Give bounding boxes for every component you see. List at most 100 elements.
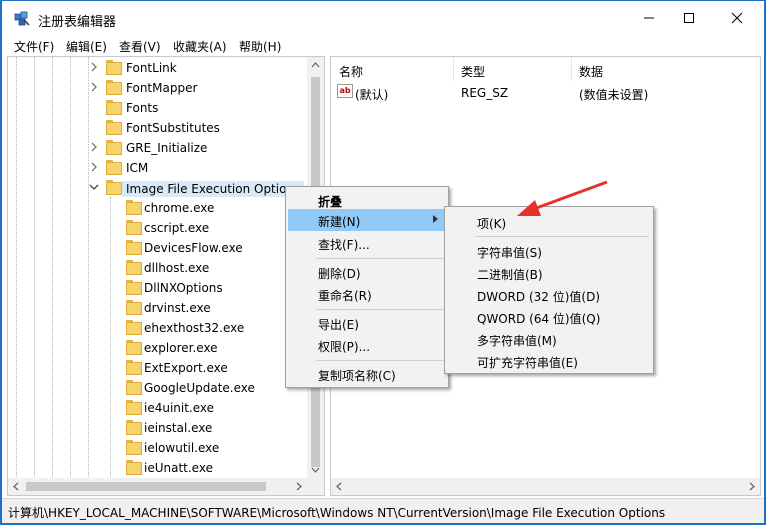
menu-item-label: 多字符串值(M) <box>477 334 557 348</box>
submenu-item-string-value[interactable]: 字符串值(S) <box>447 240 651 262</box>
menu-item-label: QWORD (64 位)值(Q) <box>477 312 601 326</box>
tree-item-label: dllhost.exe <box>144 261 210 275</box>
menu-item-delete[interactable]: 删除(D) <box>288 261 446 283</box>
tree-item-label: ehexthost32.exe <box>144 321 245 335</box>
submenu-item-qword-value[interactable]: QWORD (64 位)值(Q) <box>447 306 651 328</box>
status-bar: 计算机\HKEY_LOCAL_MACHINE\SOFTWARE\Microsof… <box>2 498 764 523</box>
menu-item-label: 折叠 <box>318 195 343 209</box>
tree-horizontal-scrollbar[interactable] <box>8 478 307 495</box>
value-type: REG_SZ <box>461 86 509 100</box>
folder-icon <box>106 160 122 175</box>
column-header-type[interactable]: 类型 <box>453 57 571 81</box>
tree-item-label: FontSubstitutes <box>126 121 220 135</box>
menu-item-label: 字符串值(S) <box>477 246 542 260</box>
values-horizontal-scrollbar[interactable] <box>331 478 760 495</box>
registry-tree-pane[interactable]: FontLink FontMapper Fonts FontSubstitute… <box>7 56 325 496</box>
tree-item-label: FontMapper <box>126 81 198 95</box>
tree-item-label: ICM <box>126 161 149 175</box>
scroll-left-icon[interactable] <box>336 482 342 491</box>
chevron-right-icon[interactable] <box>88 81 100 93</box>
folder-icon <box>126 280 142 295</box>
scroll-right-icon[interactable] <box>749 482 755 491</box>
folder-icon <box>126 240 142 255</box>
menu-item-collapse[interactable]: 折叠 <box>288 189 446 211</box>
scroll-up-icon[interactable] <box>311 62 320 68</box>
menu-help[interactable]: 帮助(H) <box>239 38 281 55</box>
chevron-right-icon[interactable] <box>88 61 100 73</box>
menu-item-export[interactable]: 导出(E) <box>288 312 446 334</box>
tree-guide-line <box>52 57 53 477</box>
menu-item-label: 权限(P)... <box>318 340 371 354</box>
tree-guide-line <box>16 57 17 477</box>
tree-item-label: ieinstal.exe <box>144 421 213 435</box>
menu-item-copy-key-name[interactable]: 复制项名称(C) <box>288 363 446 385</box>
minimize-icon <box>644 17 654 19</box>
menu-separator <box>475 236 649 237</box>
tree-item-label: FontLink <box>126 61 177 75</box>
window-title: 注册表编辑器 <box>38 15 117 30</box>
value-data: (数值未设置) <box>579 88 649 102</box>
menu-separator <box>316 360 444 361</box>
folder-icon <box>126 420 142 435</box>
value-name: (默认) <box>355 88 389 102</box>
tree-guide-line <box>70 57 71 477</box>
scroll-left-icon[interactable] <box>13 482 19 491</box>
menu-bar: 文件(F) 编辑(E) 查看(V) 收藏夹(A) 帮助(H) <box>2 35 764 55</box>
scroll-right-icon[interactable] <box>296 482 302 491</box>
tree-item-label: ieUnatt.exe <box>144 461 213 475</box>
folder-icon <box>106 100 122 115</box>
chevron-right-icon[interactable] <box>88 141 100 153</box>
tree-guide-line <box>88 57 89 477</box>
folder-icon <box>126 340 142 355</box>
menu-edit[interactable]: 编辑(E) <box>66 38 107 55</box>
string-value-icon: ab <box>337 84 353 98</box>
tree-item-label: GRE_Initialize <box>126 141 208 155</box>
scroll-thumb[interactable] <box>26 482 266 491</box>
folder-icon <box>106 80 122 95</box>
tree-item-label: Fonts <box>126 101 159 115</box>
close-icon <box>731 12 743 24</box>
maximize-icon <box>684 13 694 23</box>
column-header-name[interactable]: 名称 <box>331 57 453 81</box>
menu-item-label: 查找(F)... <box>318 238 370 252</box>
menu-item-label: 项(K) <box>477 217 507 231</box>
menu-item-find[interactable]: 查找(F)... <box>288 232 446 254</box>
annotation-arrow-icon <box>517 180 608 216</box>
regedit-app-icon <box>14 11 30 26</box>
menu-item-permissions[interactable]: 权限(P)... <box>288 334 446 356</box>
submenu-item-binary-value[interactable]: 二进制值(B) <box>447 262 651 284</box>
folder-icon <box>126 260 142 275</box>
menu-item-label: 重命名(R) <box>318 289 372 303</box>
title-bar[interactable]: 注册表编辑器 <box>2 1 764 35</box>
tree-item-label: Image File Execution Options <box>122 181 305 197</box>
tree-guide-line <box>34 57 35 477</box>
tree-item-label: GoogleUpdate.exe <box>144 381 255 395</box>
folder-icon <box>126 320 142 335</box>
column-header-data[interactable]: 数据 <box>571 57 751 81</box>
close-button[interactable] <box>714 1 760 35</box>
value-row[interactable]: ab (默认) REG_SZ (数值未设置) <box>331 83 760 103</box>
chevron-right-icon[interactable] <box>88 161 100 173</box>
submenu-item-dword-value[interactable]: DWORD (32 位)值(D) <box>447 284 651 306</box>
column-label: 类型 <box>461 65 486 79</box>
submenu-item-expandable-string-value[interactable]: 可扩充字符串值(E) <box>447 350 651 372</box>
folder-icon <box>106 140 122 155</box>
submenu-item-multi-string-value[interactable]: 多字符串值(M) <box>447 328 651 350</box>
folder-icon <box>126 380 142 395</box>
menu-item-rename[interactable]: 重命名(R) <box>288 283 446 305</box>
tree-guide-line <box>110 197 111 477</box>
tree-item-label: ielowutil.exe <box>144 441 220 455</box>
menu-separator <box>316 258 444 259</box>
menu-view[interactable]: 查看(V) <box>119 38 161 55</box>
maximize-button[interactable] <box>666 1 712 35</box>
menu-file[interactable]: 文件(F) <box>14 38 54 55</box>
menu-item-new[interactable]: 新建(N) <box>288 209 446 231</box>
scroll-down-icon[interactable] <box>311 467 320 473</box>
menu-favorites[interactable]: 收藏夹(A) <box>173 38 227 55</box>
chevron-down-icon[interactable] <box>88 181 100 193</box>
folder-icon <box>126 440 142 455</box>
menu-item-label: 导出(E) <box>318 318 359 332</box>
folder-icon <box>126 360 142 375</box>
submenu-arrow-icon <box>433 215 438 223</box>
menu-item-label: 复制项名称(C) <box>318 369 396 383</box>
